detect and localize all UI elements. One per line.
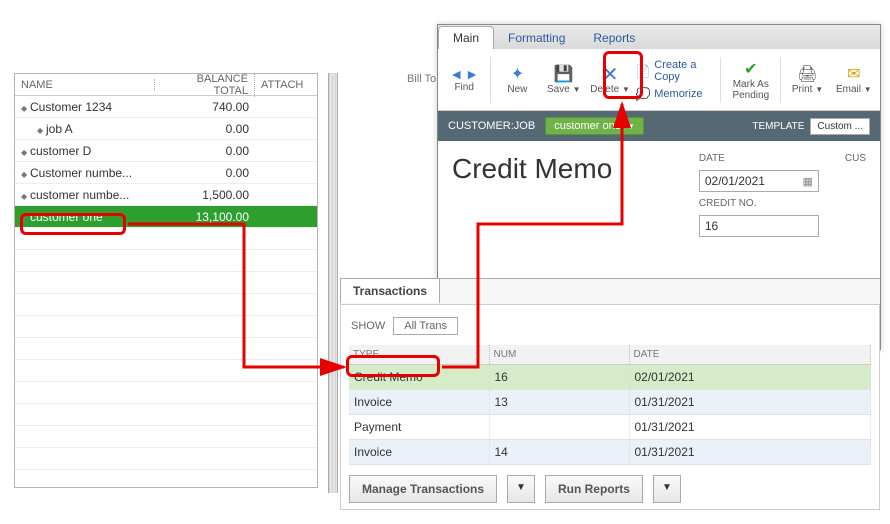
tab-reports[interactable]: Reports [579, 27, 649, 49]
table-row[interactable] [15, 426, 317, 448]
create-copy-button[interactable]: 📄Create a Copy [636, 59, 714, 83]
table-row[interactable]: ◆customer one13,100.00 [15, 206, 317, 228]
save-button[interactable]: 💾 Save ▼ [544, 54, 584, 106]
table-row[interactable] [15, 404, 317, 426]
run-reports-dropdown[interactable]: ▼ [653, 475, 681, 503]
check-icon: ✔ [741, 59, 761, 79]
bill-to-label: Bill To [407, 73, 436, 85]
customer-job-bar: CUSTOMER:JOB customer one▼ TEMPLATE Cust… [438, 111, 880, 141]
delete-icon: ✕ [600, 64, 620, 84]
table-row[interactable] [15, 382, 317, 404]
credit-no-label: CREDIT NO. [699, 198, 819, 209]
table-row[interactable] [15, 316, 317, 338]
panel-splitter[interactable] [328, 73, 338, 493]
table-row[interactable] [15, 272, 317, 294]
save-icon: 💾 [554, 64, 574, 84]
new-button[interactable]: ✦ New [497, 54, 537, 106]
table-row[interactable]: Payment01/31/2021 [349, 415, 871, 440]
transactions-table: TYPE NUM DATE Credit Memo1602/01/2021Inv… [349, 345, 871, 465]
col-date[interactable]: DATE [629, 345, 871, 365]
table-row[interactable]: ◆job A0.00 [15, 118, 317, 140]
table-row[interactable]: ◆customer D0.00 [15, 140, 317, 162]
new-icon: ✦ [507, 64, 527, 84]
manage-transactions-button[interactable]: Manage Transactions [349, 475, 497, 503]
table-row[interactable]: ◆customer numbe...1,500.00 [15, 184, 317, 206]
print-button[interactable]: 🖨 Print ▼ [787, 54, 827, 106]
show-select[interactable]: All Trans [393, 317, 458, 335]
email-icon: ✉ [844, 64, 864, 84]
ribbon-toolbar: ◄► Find ✦ New 💾 Save ▼ ✕ Delete ▼ 📄Creat… [438, 49, 880, 111]
credit-memo-body: Credit Memo DATE 02/01/2021▦ CREDIT NO. … [438, 141, 880, 249]
delete-button[interactable]: ✕ Delete ▼ [590, 54, 630, 106]
customer-job-label: CUSTOMER:JOB [448, 120, 535, 132]
table-row[interactable] [15, 338, 317, 360]
show-label: SHOW [351, 320, 385, 332]
col-num[interactable]: NUM [489, 345, 629, 365]
copy-icon: 📄 [636, 64, 650, 78]
table-row[interactable]: ◆Customer numbe...0.00 [15, 162, 317, 184]
col-attach[interactable]: ATTACH [255, 79, 317, 91]
print-icon: 🖨 [798, 64, 818, 84]
template-label: TEMPLATE [752, 121, 804, 132]
run-reports-button[interactable]: Run Reports [545, 475, 643, 503]
tab-main[interactable]: Main [438, 26, 494, 49]
mark-pending-button[interactable]: ✔ Mark As Pending [727, 54, 774, 106]
customer-list-header: NAME BALANCE TOTAL ATTACH [15, 74, 317, 96]
col-name[interactable]: NAME [15, 79, 155, 91]
table-row[interactable]: Credit Memo1602/01/2021 [349, 365, 871, 390]
email-button[interactable]: ✉ Email ▼ [834, 54, 874, 106]
date-label: DATE [699, 153, 819, 164]
col-type[interactable]: TYPE [349, 345, 489, 365]
table-row[interactable] [15, 228, 317, 250]
customer-cutoff: CUS [845, 153, 866, 237]
memorize-icon: 💭 [636, 87, 650, 101]
table-row[interactable] [15, 360, 317, 382]
tab-formatting[interactable]: Formatting [494, 27, 579, 49]
memorize-button[interactable]: 💭Memorize [636, 87, 714, 101]
template-select[interactable]: Custom ... [810, 118, 870, 135]
table-row[interactable]: ◆Customer 1234740.00 [15, 96, 317, 118]
table-row[interactable]: Invoice1401/31/2021 [349, 440, 871, 465]
calendar-icon[interactable]: ▦ [802, 175, 812, 188]
table-row[interactable] [15, 448, 317, 470]
transactions-panel: Transactions SHOW All Trans TYPE NUM DAT… [340, 278, 880, 503]
customer-job-select[interactable]: customer one▼ [545, 117, 644, 135]
col-balance[interactable]: BALANCE TOTAL [155, 73, 255, 97]
customer-list-panel: NAME BALANCE TOTAL ATTACH ◆Customer 1234… [14, 73, 318, 488]
table-row[interactable]: Invoice1301/31/2021 [349, 390, 871, 415]
credit-no-field[interactable]: 16 [699, 215, 819, 237]
manage-transactions-dropdown[interactable]: ▼ [507, 475, 535, 503]
table-row[interactable] [15, 250, 317, 272]
date-field[interactable]: 02/01/2021▦ [699, 170, 819, 192]
tab-transactions[interactable]: Transactions [340, 278, 440, 303]
ribbon-tabs: Main Formatting Reports [438, 25, 880, 49]
find-button[interactable]: ◄► Find [444, 54, 484, 106]
table-row[interactable] [15, 294, 317, 316]
page-title: Credit Memo [452, 153, 612, 237]
